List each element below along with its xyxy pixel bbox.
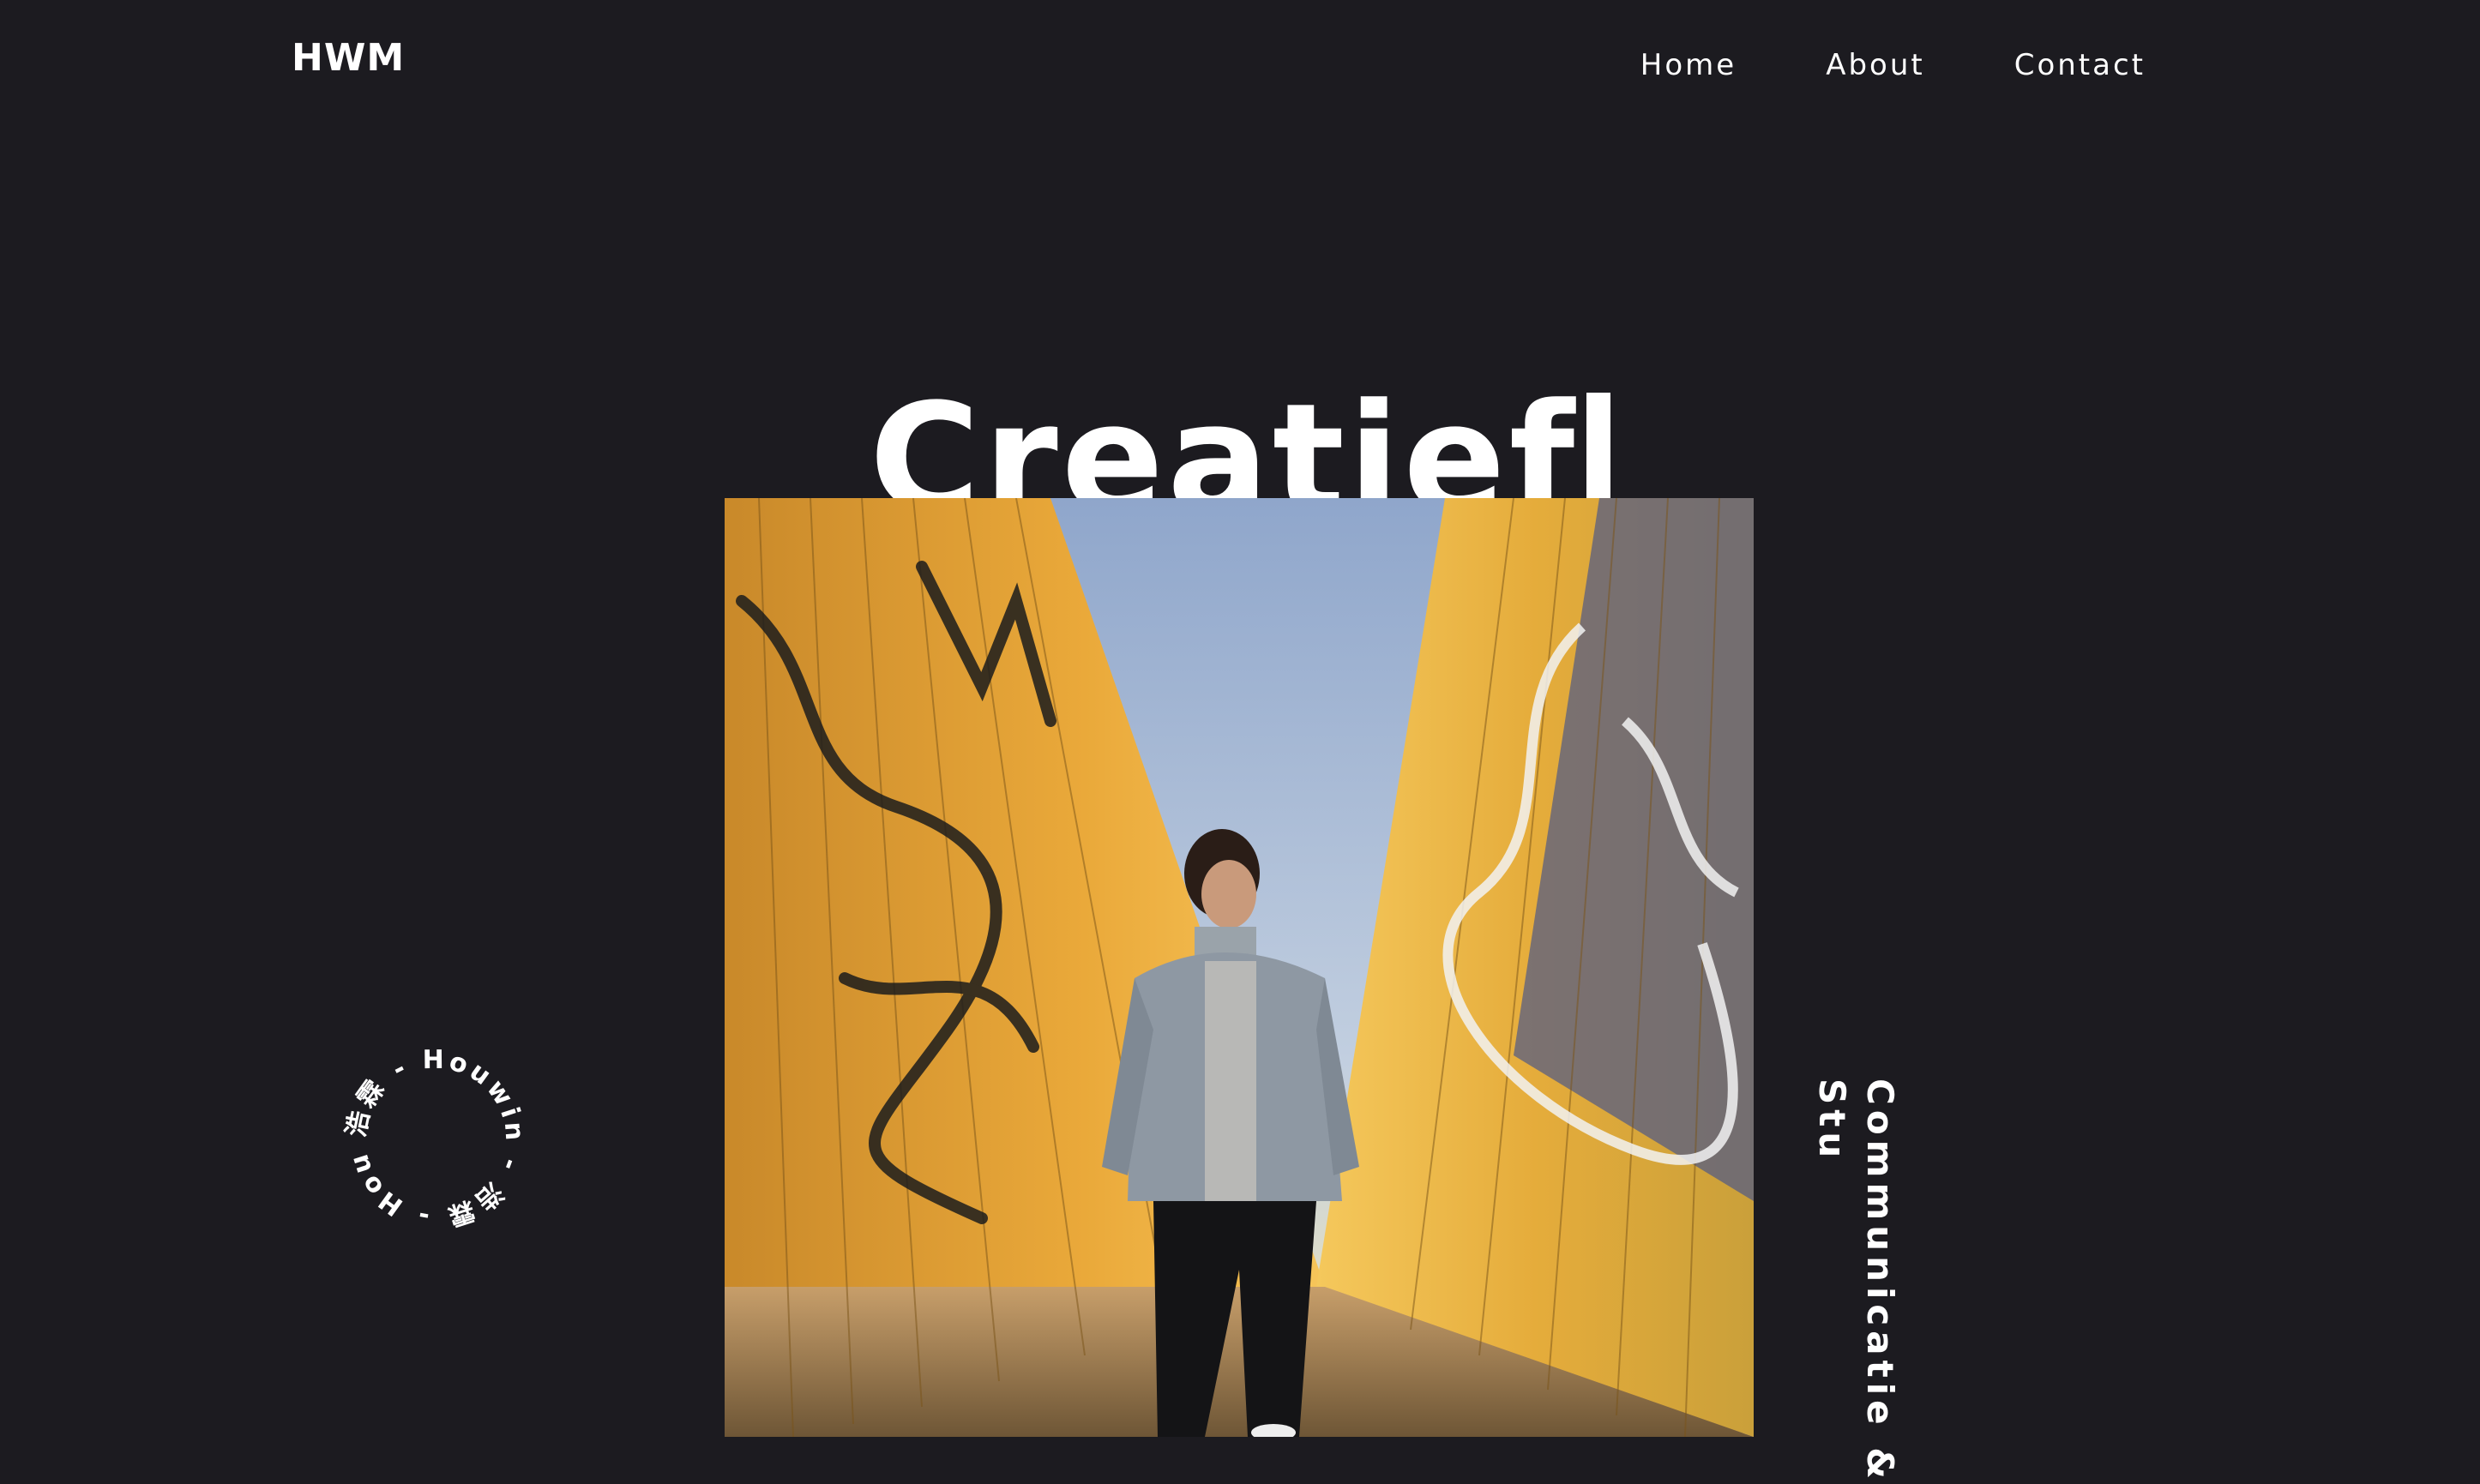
badge-text: 浩霖 - Houwin - 浩霖 - Houwin -: [341, 1044, 530, 1232]
logo[interactable]: HWM: [292, 36, 405, 80]
vertical-caption: Communicatie & Stu: [1811, 1078, 1901, 1484]
nav-home[interactable]: Home: [1640, 48, 1737, 82]
graffiti-tunnel-illustration: [725, 498, 1754, 1437]
hero-photo: [725, 498, 1754, 1437]
nav-contact[interactable]: Contact: [2014, 48, 2146, 82]
main-nav: Home About Contact: [1640, 48, 2146, 82]
nav-about[interactable]: About: [1826, 48, 1925, 82]
rotating-name-badge: 浩霖 - Houwin - 浩霖 - Houwin -: [328, 1021, 530, 1233]
badge-text-path: 浩霖 - Houwin - 浩霖 - Houwin -: [328, 1021, 526, 1232]
